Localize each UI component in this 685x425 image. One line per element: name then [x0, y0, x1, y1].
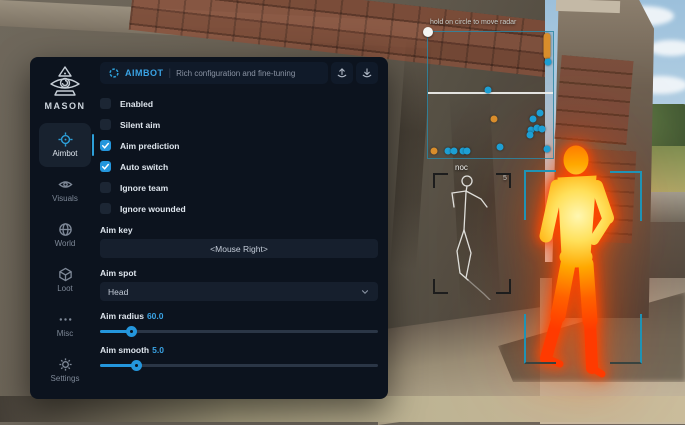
- radar-dot: [485, 86, 492, 93]
- aim-key-button[interactable]: <Mouse Right>: [100, 239, 378, 258]
- panel-content: AIMBOT | Rich configuration and fine-tun…: [100, 62, 378, 371]
- aim-radius-label: Aim radius60.0: [100, 311, 378, 321]
- globe-icon: [58, 222, 73, 237]
- aim-spot-label: Aim spot: [100, 268, 378, 278]
- panel-subtitle: Rich configuration and fine-tuning: [176, 69, 295, 78]
- radar-hint-text: hold on circle to move radar: [430, 19, 590, 26]
- checkbox-label: Enabled: [120, 99, 153, 109]
- player-bracket-corner: [524, 314, 556, 364]
- sidebar-item-label: Aimbot: [53, 149, 78, 158]
- aim-spot-select[interactable]: Head: [100, 282, 378, 301]
- checkbox[interactable]: [100, 161, 111, 172]
- cheat-menu-window: MASON Aimbot Visuals World: [30, 57, 388, 399]
- mason-eye-logo: [47, 65, 83, 99]
- radar[interactable]: hold on circle to move radar: [427, 31, 554, 159]
- divider: |: [169, 68, 172, 79]
- radar-drag-handle[interactable]: [423, 27, 433, 37]
- slider-label: Aim smooth: [100, 345, 149, 355]
- sidebar-item-label: Misc: [57, 329, 73, 338]
- gear-icon: [58, 357, 73, 372]
- ground-strip: [0, 396, 685, 422]
- aim-smooth-label: Aim smooth5.0: [100, 345, 378, 355]
- radar-dot: [491, 115, 498, 122]
- slider-knob[interactable]: [126, 326, 137, 337]
- upload-config-button[interactable]: [331, 62, 353, 84]
- checkbox-row-silent-aim[interactable]: Silent aim: [100, 114, 378, 135]
- tower-cap: [556, 0, 620, 13]
- radar-dot: [544, 146, 551, 153]
- radar-marker-bar: [543, 33, 550, 59]
- sidebar-nav: Aimbot Visuals World Loot: [30, 123, 100, 393]
- sidebar-item-label: Loot: [57, 284, 73, 293]
- tower-bricks: [554, 55, 633, 145]
- crosshair-icon: [58, 132, 73, 147]
- panel-title-bar: AIMBOT | Rich configuration and fine-tun…: [100, 62, 328, 84]
- aim-radius-slider[interactable]: [100, 325, 378, 337]
- radar-dot: [464, 147, 471, 154]
- checkbox[interactable]: [100, 182, 111, 193]
- radar-dot: [431, 147, 438, 154]
- slider-value: 60.0: [147, 311, 164, 321]
- cube-icon: [58, 267, 73, 282]
- checkbox[interactable]: [100, 119, 111, 130]
- esp-player-name: noc: [455, 163, 495, 172]
- upload-icon: [336, 67, 348, 79]
- esp-distance: 5: [503, 175, 507, 182]
- player-bracket-corner: [610, 171, 642, 221]
- skeleton-bracket-corner: [433, 279, 448, 294]
- checkbox-label: Silent aim: [120, 120, 160, 130]
- checkbox[interactable]: [100, 98, 111, 109]
- radar-dot: [451, 147, 458, 154]
- checkbox-row-aim-prediction[interactable]: Aim prediction: [100, 135, 378, 156]
- aim-key-label: Aim key: [100, 225, 378, 235]
- checkbox-row-enabled[interactable]: Enabled: [100, 93, 378, 114]
- checkbox-label: Ignore wounded: [120, 204, 186, 214]
- slider-knob[interactable]: [131, 360, 142, 371]
- checkbox[interactable]: [100, 203, 111, 214]
- player-bracket-corner: [610, 314, 642, 364]
- checkbox-label: Aim prediction: [120, 141, 180, 151]
- sidebar-item-visuals[interactable]: Visuals: [39, 168, 91, 212]
- panel-header: AIMBOT | Rich configuration and fine-tun…: [100, 62, 378, 84]
- radar-dot: [530, 115, 537, 122]
- checkbox-label: Ignore team: [120, 183, 168, 193]
- radar-dot: [539, 126, 546, 133]
- sidebar-item-aimbot[interactable]: Aimbot: [39, 123, 91, 167]
- eye-icon: [58, 177, 73, 192]
- sidebar-item-label: Settings: [51, 374, 80, 383]
- panel-title: AIMBOT: [125, 68, 164, 78]
- radar-dot: [537, 110, 544, 117]
- aim-spot-value: Head: [108, 287, 360, 297]
- skeleton-bracket-corner: [433, 173, 448, 188]
- download-icon: [361, 67, 373, 79]
- checkbox-row-ignore-team[interactable]: Ignore team: [100, 177, 378, 198]
- slider-track[interactable]: [100, 330, 378, 333]
- radar-dot: [527, 131, 534, 138]
- skeleton-esp: [440, 172, 502, 300]
- sidebar-item-settings[interactable]: Settings: [39, 348, 91, 392]
- gear-icon: [108, 67, 120, 79]
- slider-value: 5.0: [152, 345, 164, 355]
- brand: MASON: [45, 65, 86, 111]
- brand-name: MASON: [45, 101, 86, 111]
- checkbox[interactable]: [100, 140, 111, 151]
- chevron-down-icon: [360, 287, 370, 297]
- sidebar-item-loot[interactable]: Loot: [39, 258, 91, 302]
- skeleton-bracket-corner: [496, 279, 511, 294]
- checkbox-label: Auto switch: [120, 162, 168, 172]
- download-config-button[interactable]: [356, 62, 378, 84]
- checkbox-row-ignore-wounded[interactable]: Ignore wounded: [100, 198, 378, 219]
- radar-dot: [497, 144, 504, 151]
- sidebar: MASON Aimbot Visuals World: [30, 57, 100, 399]
- slider-label: Aim radius: [100, 311, 144, 321]
- dots-icon: [58, 312, 73, 327]
- radar-dot: [545, 58, 552, 65]
- sidebar-item-label: Visuals: [52, 194, 78, 203]
- sidebar-item-misc[interactable]: Misc: [39, 303, 91, 347]
- aim-smooth-slider[interactable]: [100, 359, 378, 371]
- sidebar-item-label: World: [55, 239, 76, 248]
- player-bracket-corner: [524, 170, 556, 220]
- sidebar-item-world[interactable]: World: [39, 213, 91, 257]
- checkbox-row-auto-switch[interactable]: Auto switch: [100, 156, 378, 177]
